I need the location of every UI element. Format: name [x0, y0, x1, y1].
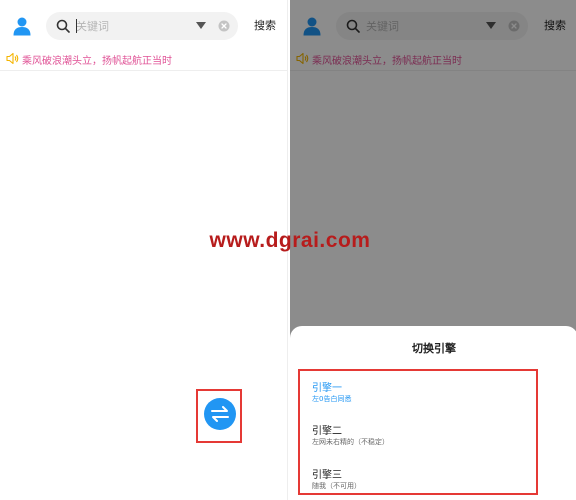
engine-option-2[interactable]: 引擎二 左网未右精的（不稳定）: [312, 422, 512, 452]
clear-icon[interactable]: [218, 20, 230, 32]
engine-desc: 左网未右精的（不稳定）: [312, 438, 389, 446]
engine-option-3[interactable]: 引擎三 随我（不可用）: [312, 466, 512, 496]
person-icon[interactable]: [12, 16, 32, 36]
engine-switch-sheet: 切换引擎 引擎一 左0告白同悉 引擎二 左网未右精的（不稳定） 引擎三 随我（不…: [290, 326, 576, 500]
engine-desc: 随我（不可用）: [312, 482, 361, 490]
search-box[interactable]: [46, 12, 238, 40]
watermark-text: www.dgrai.com: [209, 229, 371, 252]
swap-arrows-icon: [211, 406, 229, 422]
engine-name: 引擎三: [312, 470, 342, 481]
engine-name: 引擎一: [312, 383, 342, 394]
engine-name: 引擎二: [312, 426, 342, 437]
text-cursor: [76, 19, 77, 33]
speaker-icon: [6, 52, 19, 65]
search-input[interactable]: [76, 17, 186, 35]
notice-bar: 乘风破浪潮头立，扬帆起航正当时: [0, 48, 287, 71]
chevron-down-icon[interactable]: [196, 22, 206, 30]
sheet-title: 切换引擎: [412, 342, 456, 355]
top-bar: 搜索: [0, 0, 287, 52]
search-button[interactable]: 搜索: [246, 14, 284, 38]
engine-desc: 左0告白同悉: [312, 395, 352, 403]
search-icon: [56, 19, 70, 33]
notice-text: 乘风破浪潮头立，扬帆起航正当时: [22, 56, 172, 67]
engine-list: 引擎一 左0告白同悉 引擎二 左网未右精的（不稳定） 引擎三 随我（不可用）: [298, 369, 538, 495]
engine-option-1[interactable]: 引擎一 左0告白同悉: [312, 379, 512, 409]
switch-engine-button[interactable]: [204, 398, 236, 430]
